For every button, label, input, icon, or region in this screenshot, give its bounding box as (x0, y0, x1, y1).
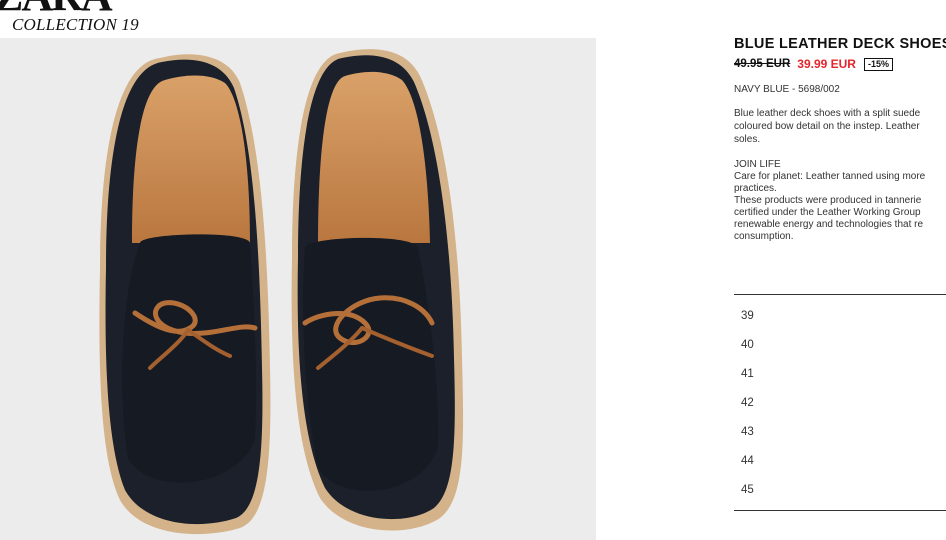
zara-logo-mark: ZARA (0, 0, 115, 12)
left-shoe (99, 54, 271, 535)
join-life-line: These products were produced in tannerie (734, 195, 922, 206)
join-life-line: consumption. (734, 231, 794, 242)
description-line: soles. (734, 134, 761, 145)
product-info-panel: BLUE LEATHER DECK SHOES 49.95 EUR 39.99 … (734, 36, 946, 540)
join-life-line: renewable energy and technologies that r… (734, 219, 924, 230)
product-image[interactable] (0, 38, 596, 540)
join-life-line: practices. (734, 183, 777, 194)
sale-price: 39.99 EUR (797, 57, 856, 71)
shoes-illustration (99, 49, 464, 535)
size-option-43[interactable]: 43 (734, 417, 946, 446)
size-option-44[interactable]: 44 (734, 446, 946, 475)
description-line: coloured bow detail on the instep. Leath… (734, 121, 920, 132)
product-description: Blue leather deck shoes with a split sue… (734, 107, 946, 146)
right-shoe (291, 49, 464, 531)
join-life-title: JOIN LIFE (734, 159, 781, 170)
size-option-42[interactable]: 42 (734, 388, 946, 417)
join-life-section: JOIN LIFE Care for planet: Leather tanne… (734, 159, 946, 243)
discount-badge: -15% (863, 57, 893, 71)
size-option-45[interactable]: 45 (734, 475, 946, 504)
size-selector: 39 40 41 42 43 44 45 (734, 294, 946, 511)
size-option-40[interactable]: 40 (734, 330, 946, 359)
logo-text: ZARA (0, 0, 113, 12)
join-life-line: certified under the Leather Working Grou… (734, 207, 921, 218)
product-title: BLUE LEATHER DECK SHOES (734, 36, 946, 52)
old-price: 49.95 EUR (734, 58, 791, 70)
size-option-41[interactable]: 41 (734, 359, 946, 388)
collection-label: COLLECTION 19 (12, 15, 139, 34)
brand-logo[interactable]: ZARA COLLECTION 19 (0, 0, 200, 36)
color-reference: NAVY BLUE - 5698/002 (734, 84, 840, 95)
join-life-line: Care for planet: Leather tanned using mo… (734, 171, 926, 182)
size-option-39[interactable]: 39 (734, 301, 946, 330)
price-row: 49.95 EUR 39.99 EUR -15% (734, 56, 946, 72)
description-line: Blue leather deck shoes with a split sue… (734, 108, 921, 119)
